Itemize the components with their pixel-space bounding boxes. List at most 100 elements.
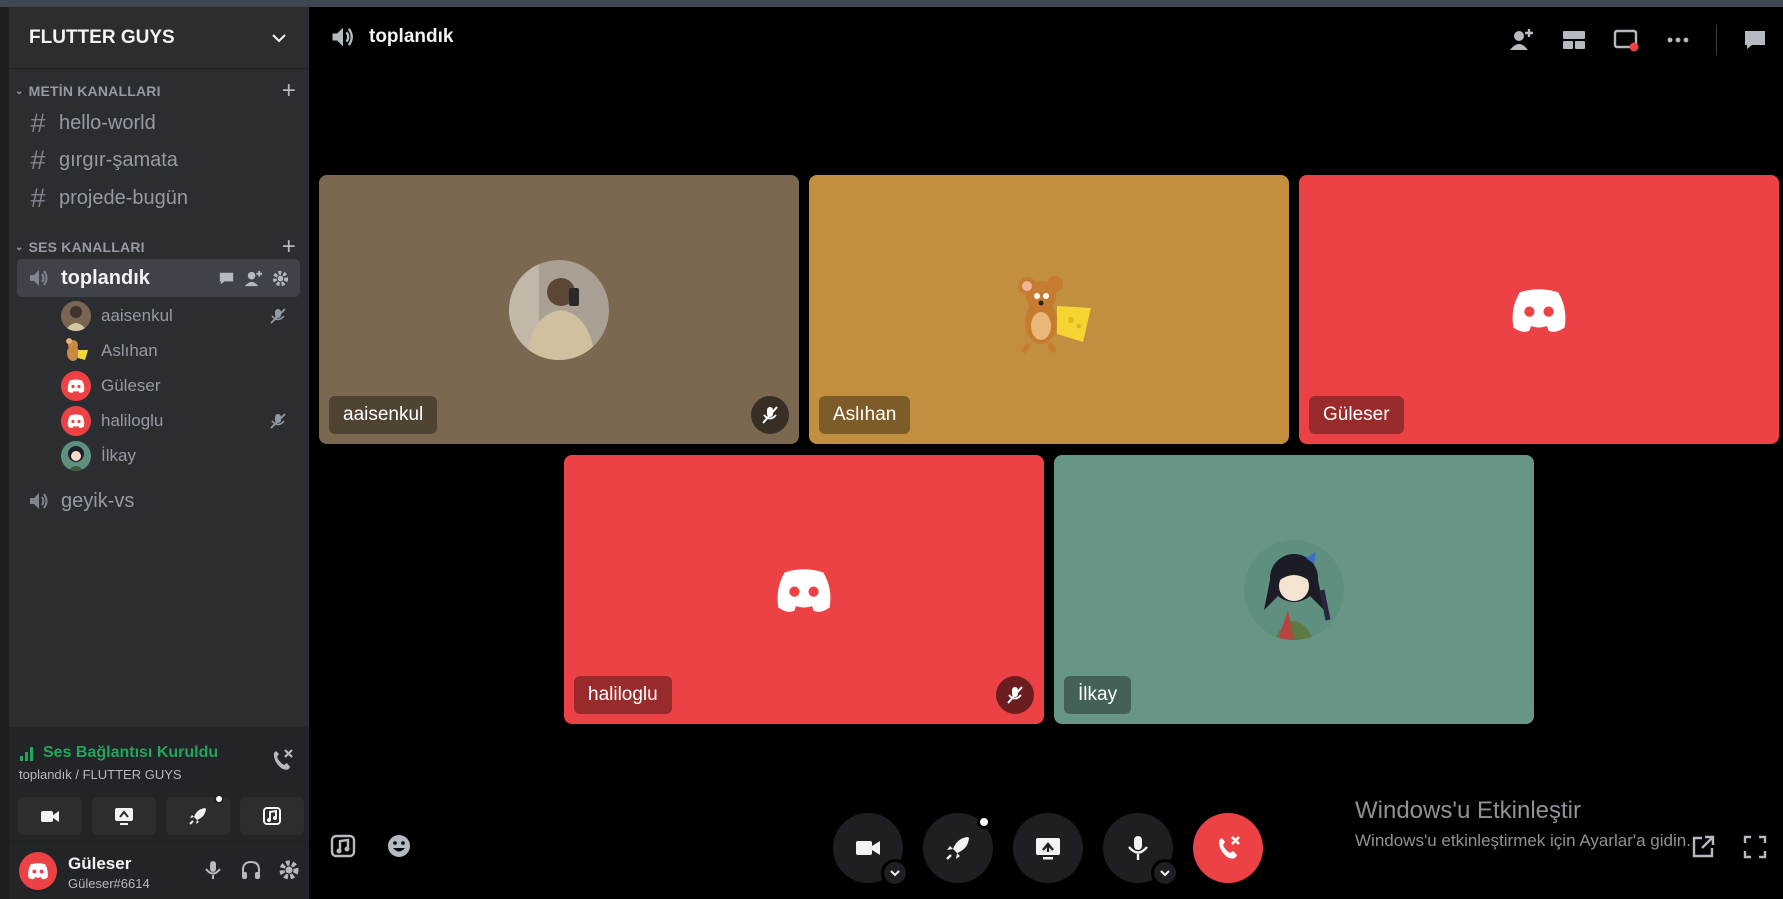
headphones-icon[interactable]	[239, 858, 263, 882]
microphone-icon[interactable]	[201, 858, 225, 882]
page-title: toplandık	[369, 26, 454, 47]
disconnect-icon[interactable]	[269, 747, 295, 773]
soundboard-icon[interactable]	[329, 832, 357, 860]
add-user-icon[interactable]	[1508, 26, 1536, 54]
discord-logo-icon	[777, 568, 831, 612]
signal-icon	[20, 747, 33, 761]
channel-label: gırgır-şamata	[59, 148, 178, 171]
voice-user-haliloglu[interactable]: haliloglu	[61, 403, 301, 439]
gear-icon[interactable]	[271, 269, 290, 288]
emoji-icon[interactable]	[385, 832, 413, 860]
user-panel: Güleser Güleser#6614	[9, 842, 309, 899]
add-channel-icon[interactable]: +	[282, 233, 296, 261]
discord-logo-icon	[28, 863, 48, 880]
voice-status[interactable]: Ses Bağlantısı Kuruldu	[19, 744, 218, 762]
participant-tile-haliloglu[interactable]: haliloglu	[564, 455, 1044, 724]
participant-name: haliloglu	[574, 676, 672, 714]
discord-logo-icon	[67, 414, 85, 428]
camera-button[interactable]	[833, 813, 909, 887]
rocket-icon	[946, 837, 969, 860]
voice-main: toplandık aaisenkul Aslıhan Güleser hali…	[309, 7, 1783, 899]
muted-indicator	[996, 676, 1034, 714]
avatar	[61, 406, 91, 436]
grid-layout-icon[interactable]	[1560, 26, 1588, 54]
popout-screen-icon[interactable]	[1612, 26, 1640, 54]
gear-icon[interactable]	[277, 858, 301, 882]
screen-share-button[interactable]	[1013, 813, 1083, 883]
category-label: METİN KANALLARI	[28, 83, 161, 99]
windows-activation-watermark: Windows'u Etkinleştir Windows'u etkinleş…	[1355, 797, 1691, 851]
fullscreen-icon[interactable]	[1741, 833, 1769, 861]
avatar	[1244, 539, 1344, 640]
voice-user-aaisenkul[interactable]: aaisenkul	[61, 298, 301, 334]
server-header[interactable]: FLUTTER GUYS	[9, 7, 309, 69]
main-header: toplandık	[309, 7, 1783, 67]
disconnect-button[interactable]	[1193, 813, 1263, 883]
participant-tile-aaisenkul[interactable]: aaisenkul	[319, 175, 799, 444]
soundboard-button[interactable]	[240, 797, 304, 835]
camera-options-button[interactable]	[881, 859, 909, 887]
screen-share-icon	[115, 808, 133, 825]
microphone-button[interactable]	[1103, 813, 1179, 887]
avatar	[61, 301, 91, 331]
voice-user-name: aaisenkul	[101, 306, 173, 325]
voice-connection-panel: Ses Bağlantısı Kuruldu toplandık / FLUTT…	[9, 727, 309, 842]
discord-logo-icon	[67, 379, 85, 393]
hash-icon: #	[30, 107, 46, 138]
channel-girgir-samata[interactable]: # gırgır-şamata	[17, 141, 300, 179]
participant-tile-ilkay[interactable]: İlkay	[1054, 455, 1534, 724]
hash-icon: #	[30, 182, 46, 213]
channel-label: toplandık	[61, 266, 150, 289]
caret-icon: ⌄	[15, 241, 24, 253]
muted-indicator	[751, 396, 789, 434]
discord-logo-icon	[1512, 288, 1566, 332]
category-text-channels[interactable]: ⌄ METİN KANALLARI +	[15, 77, 300, 104]
mic-muted-icon	[762, 406, 778, 424]
user-tag: Güleser#6614	[68, 876, 150, 891]
activity-button[interactable]	[166, 794, 230, 835]
invite-user-icon[interactable]	[244, 269, 263, 288]
channel-hello-world[interactable]: # hello-world	[17, 104, 300, 142]
voice-user-name: Aslıhan	[101, 341, 158, 360]
voice-user-name: haliloglu	[101, 411, 164, 430]
voice-channel-toplandik[interactable]: toplandık	[17, 259, 300, 297]
voice-user-ilkay[interactable]: İlkay	[61, 438, 301, 474]
call-controls	[833, 813, 1263, 887]
hash-icon: #	[30, 144, 46, 175]
participant-tile-guleser[interactable]: Güleser	[1299, 175, 1779, 444]
more-icon[interactable]	[1664, 26, 1692, 54]
header-divider	[1716, 25, 1717, 55]
channel-projede-bugun[interactable]: # projede-bugün	[17, 179, 300, 217]
disconnect-icon	[1218, 836, 1240, 859]
popout-icon[interactable]	[1689, 833, 1717, 861]
screen-share-button[interactable]	[92, 797, 156, 835]
voice-channel-geyik-vs[interactable]: geyik-vs	[17, 482, 300, 520]
camera-icon	[856, 841, 880, 855]
activity-button[interactable]	[923, 813, 993, 883]
watermark-subtitle: Windows'u etkinleştirmek için Ayarlar'a …	[1355, 831, 1691, 850]
avatar	[61, 336, 91, 366]
avatar	[509, 259, 609, 360]
camera-button[interactable]	[18, 797, 82, 835]
voice-user-aslihan[interactable]: Aslıhan	[61, 333, 301, 369]
participant-name: Güleser	[1309, 396, 1404, 434]
participant-name: aaisenkul	[329, 396, 438, 434]
add-channel-icon[interactable]: +	[282, 77, 296, 105]
participant-tile-aslihan[interactable]: Aslıhan	[809, 175, 1289, 444]
category-label: SES KANALLARI	[28, 239, 145, 255]
voice-status-sub: toplandık / FLUTTER GUYS	[19, 767, 182, 782]
chat-icon[interactable]	[1741, 26, 1769, 54]
category-voice-channels[interactable]: ⌄ SES KANALLARI +	[15, 233, 300, 260]
participant-name: Aslıhan	[819, 396, 911, 434]
caret-icon: ⌄	[15, 85, 24, 97]
voice-user-name: İlkay	[101, 446, 136, 465]
user-avatar[interactable]	[19, 852, 57, 890]
channel-label: projede-bugün	[59, 186, 188, 209]
window-top-strip	[0, 0, 1783, 7]
channel-label: geyik-vs	[61, 489, 135, 512]
chat-icon[interactable]	[217, 269, 236, 288]
microphone-options-button[interactable]	[1151, 859, 1179, 887]
avatar	[61, 441, 91, 471]
speaker-icon	[332, 27, 353, 47]
voice-user-guleser[interactable]: Güleser	[61, 368, 301, 404]
